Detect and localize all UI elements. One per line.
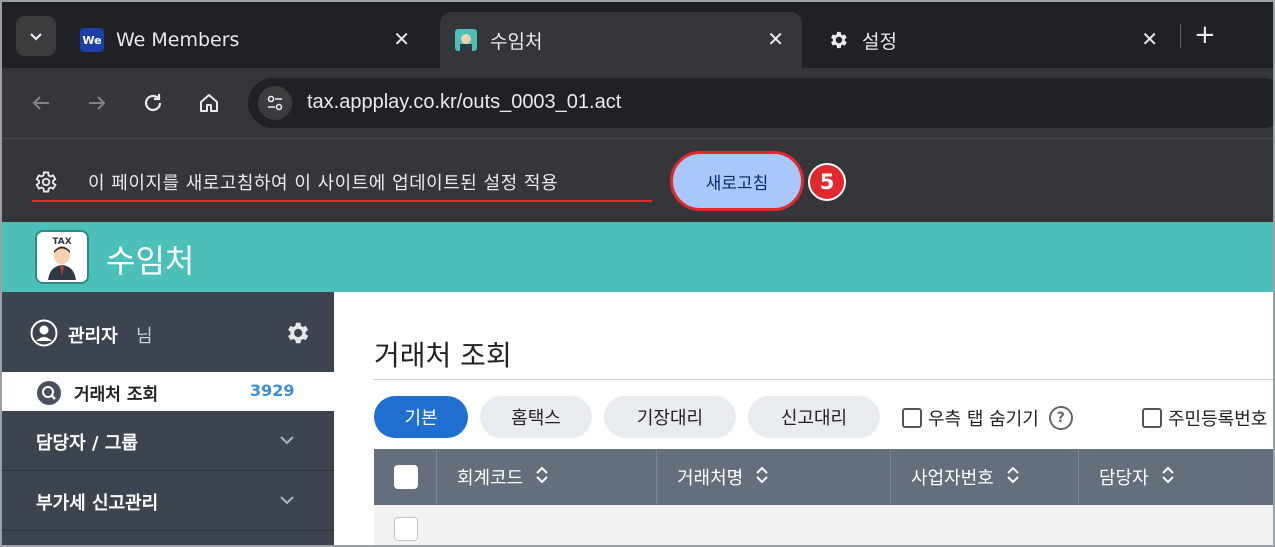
arrow-left-icon: [32, 96, 49, 110]
step-badge: 5: [808, 163, 846, 201]
refresh-button[interactable]: 새로고침: [670, 151, 804, 211]
forward-button[interactable]: [82, 88, 112, 118]
chevron-down-icon: [30, 33, 42, 41]
arrow-right-icon: [89, 96, 106, 110]
tab-label: We Members: [116, 29, 240, 51]
search-icon: [36, 380, 62, 410]
we-members-favicon-icon: We: [80, 28, 104, 52]
divider: [374, 379, 1273, 380]
highlight-underline: [32, 200, 652, 202]
user-profile: 관리자 님: [2, 292, 334, 372]
column-header-business-number[interactable]: 사업자번호: [890, 449, 1078, 505]
gear-icon: [32, 169, 58, 199]
table-header: 회계코드 거래처명 사업자번호 담당자: [374, 449, 1273, 505]
back-button[interactable]: [26, 88, 56, 118]
app-header: TAX 수임처: [2, 222, 1273, 292]
sidebar-item-manager-group[interactable]: 담당자 / 그룹: [2, 411, 334, 471]
page-title: 거래처 조회: [374, 339, 512, 372]
tab-hometax[interactable]: 홈택스: [480, 396, 592, 438]
column-header-manager[interactable]: 담당자: [1078, 449, 1273, 505]
column-label: 사업자번호: [911, 468, 994, 489]
column-header-client-name[interactable]: 거래처명: [656, 449, 890, 505]
row-checkbox[interactable]: [394, 517, 418, 541]
new-tab-button[interactable]: +: [1194, 20, 1216, 50]
app-title: 수임처: [106, 242, 195, 280]
tab-strip: We We Members ✕ 수임처 ✕ 설정 ✕ +: [2, 2, 1273, 68]
select-all-checkbox[interactable]: [394, 465, 418, 489]
user-honorific: 님: [136, 326, 153, 347]
sidebar-item-label: 부가세 신고관리: [36, 493, 159, 514]
user-icon: [30, 319, 58, 351]
url-text: tax.appplay.co.kr/outs_0003_01.act: [307, 91, 622, 113]
reload-icon: [144, 94, 162, 112]
settings-infobar: 이 페이지를 새로고침하여 이 사이트에 업데이트된 설정 적용 새로고침: [2, 138, 1273, 222]
chevron-down-icon: [278, 431, 296, 453]
home-icon: [200, 94, 218, 112]
tax-logo-icon: TAX: [35, 230, 89, 284]
main-content: 거래처 조회 기본 홈택스 기장대리 신고대리 우측 탭 숨기기 ? 주민등록번…: [334, 292, 1273, 545]
address-bar[interactable]: tax.appplay.co.kr/outs_0003_01.act: [248, 78, 1273, 128]
tab-basic[interactable]: 기본: [374, 396, 468, 438]
home-button[interactable]: [194, 88, 224, 118]
sort-icon: [1161, 465, 1175, 490]
tab-label: 수임처: [490, 30, 543, 53]
sidebar-item-vat-report[interactable]: 부가세 신고관리: [2, 471, 334, 531]
sidebar-item-label: 담당자 / 그룹: [36, 433, 138, 454]
browser-toolbar: tax.appplay.co.kr/outs_0003_01.act: [2, 68, 1273, 138]
resident-number-option[interactable]: 주민등록번호: [1142, 405, 1267, 431]
browser-window: We We Members ✕ 수임처 ✕ 설정 ✕ + tax.appplay…: [0, 0, 1275, 547]
table-row[interactable]: [374, 505, 1273, 545]
tab-we-members[interactable]: We We Members ✕: [68, 12, 428, 68]
tab-search-button[interactable]: [16, 16, 56, 56]
tab-suimcheo[interactable]: 수임처 ✕: [440, 12, 802, 68]
tax-favicon-icon: [454, 28, 478, 52]
tab-divider: [1180, 24, 1181, 48]
close-tab-icon[interactable]: ✕: [393, 27, 410, 51]
sidebar: 관리자 님 거래처 조회 3929 담당자 / 그룹 부가세 신고관리: [2, 292, 334, 545]
hide-right-tab-option[interactable]: 우측 탭 숨기기 ?: [902, 405, 1073, 431]
sort-icon: [1006, 465, 1020, 490]
hide-right-tab-checkbox[interactable]: [902, 408, 922, 428]
column-label: 회계코드: [457, 468, 524, 489]
column-header-account-code[interactable]: 회계코드: [436, 449, 656, 505]
tab-filing-agent[interactable]: 신고대리: [748, 396, 880, 438]
client-count-badge: 3929: [250, 381, 295, 400]
sidebar-item-label: 거래처 조회: [74, 385, 159, 405]
gear-icon[interactable]: [283, 319, 311, 351]
option-label: 주민등록번호: [1168, 409, 1268, 430]
tab-settings[interactable]: 설정 ✕: [814, 12, 1176, 68]
infobar-message: 이 페이지를 새로고침하여 이 사이트에 업데이트된 설정 적용: [88, 173, 559, 194]
resident-number-checkbox[interactable]: [1142, 408, 1162, 428]
reload-button[interactable]: [138, 88, 168, 118]
close-tab-icon[interactable]: ✕: [1141, 27, 1158, 51]
close-tab-icon[interactable]: ✕: [767, 27, 784, 51]
tune-icon: [267, 95, 283, 111]
gear-icon: [826, 28, 850, 52]
tab-label: 설정: [862, 30, 897, 53]
sort-icon: [755, 465, 769, 490]
site-info-button[interactable]: [258, 86, 292, 120]
sort-icon: [535, 465, 549, 490]
sidebar-item-client-search[interactable]: 거래처 조회 3929: [2, 372, 334, 411]
column-label: 거래처명: [677, 468, 744, 489]
option-label: 우측 탭 숨기기: [928, 409, 1039, 430]
help-icon[interactable]: ?: [1048, 406, 1073, 430]
svg-text:TAX: TAX: [52, 237, 71, 247]
chevron-down-icon: [278, 491, 296, 513]
column-label: 담당자: [1099, 468, 1149, 489]
user-name: 관리자: [68, 326, 118, 347]
tab-bookkeeping[interactable]: 기장대리: [604, 396, 736, 438]
